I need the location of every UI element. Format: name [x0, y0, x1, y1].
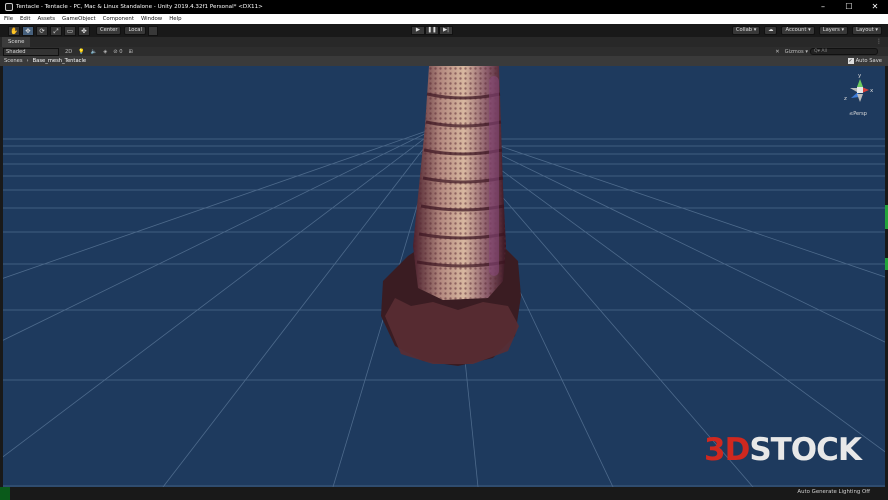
- status-text: Auto Generate Lighting Off: [797, 489, 870, 495]
- cloud-icon[interactable]: ☁: [764, 26, 778, 35]
- grid-icon[interactable]: ⊞: [129, 49, 133, 55]
- window-controls: – ☐ ✕: [810, 0, 888, 14]
- play-button[interactable]: ▶: [411, 26, 425, 35]
- menu-component[interactable]: Component: [103, 16, 134, 22]
- toolbar-right: Collab ▾ ☁ Account ▾ Layers ▾ Layout ▾: [728, 26, 882, 35]
- chevron-right-icon: ›: [26, 58, 29, 64]
- watermark-suffix: STOCK: [749, 432, 862, 468]
- 2d-toggle[interactable]: 2D: [65, 49, 72, 55]
- collab-dropdown[interactable]: Collab ▾: [731, 26, 761, 35]
- transform-tool-icon[interactable]: ✤: [78, 25, 90, 36]
- breadcrumb: Scenes › Base_mesh_Tentacle: [0, 56, 888, 66]
- breadcrumb-object[interactable]: Base_mesh_Tentacle: [33, 58, 87, 64]
- gizmo-z-label: z: [844, 96, 847, 102]
- title-bar: Tentacle - Tentacle - PC, Mac & Linux St…: [0, 0, 888, 14]
- play-controls: ▶ ❚❚ ▶|: [411, 26, 453, 35]
- console-indicator[interactable]: [0, 487, 10, 500]
- watermark-logo: 3DSTOCK: [704, 432, 862, 468]
- menu-gameobject[interactable]: GameObject: [62, 16, 96, 22]
- close-button[interactable]: ✕: [862, 0, 888, 14]
- scene-search-input[interactable]: Q▾ All: [810, 48, 878, 55]
- hidden-objects-toggle[interactable]: ⊘ 0: [113, 49, 122, 55]
- scale-tool-icon[interactable]: ⤢: [50, 25, 62, 36]
- scene-grid: [3, 66, 885, 487]
- unity-logo-icon: [5, 3, 13, 11]
- snap-icon[interactable]: [147, 25, 158, 36]
- menu-edit[interactable]: Edit: [20, 16, 30, 22]
- layers-dropdown[interactable]: Layers ▾: [818, 26, 849, 35]
- effects-icon[interactable]: ◈: [103, 49, 107, 55]
- window-title: Tentacle - Tentacle - PC, Mac & Linux St…: [16, 4, 263, 10]
- pause-button[interactable]: ❚❚: [425, 26, 439, 35]
- breadcrumb-scenes[interactable]: Scenes: [4, 58, 23, 64]
- scene-viewport[interactable]: [3, 66, 885, 487]
- auto-save-toggle[interactable]: ✓ Auto Save: [847, 56, 882, 66]
- menu-bar: File Edit Assets GameObject Component Wi…: [0, 14, 888, 24]
- minimize-button[interactable]: –: [810, 0, 836, 14]
- maximize-button[interactable]: ☐: [836, 0, 862, 14]
- tab-menu-icon[interactable]: ⋮: [876, 37, 882, 47]
- scene-toolbar-right: ✕ Gizmos ▾: [770, 47, 808, 56]
- shading-mode-dropdown[interactable]: Shaded: [3, 47, 59, 56]
- lighting-icon[interactable]: 💡: [78, 49, 84, 55]
- step-button[interactable]: ▶|: [439, 26, 453, 35]
- tab-scene[interactable]: Scene: [2, 37, 31, 47]
- audio-icon[interactable]: 🔈: [91, 49, 97, 55]
- projection-label[interactable]: ≤Persp: [849, 111, 867, 117]
- checkbox-icon[interactable]: ✓: [847, 58, 854, 64]
- gizmo-y-label: y: [858, 73, 862, 79]
- menu-window[interactable]: Window: [141, 16, 162, 22]
- menu-assets[interactable]: Assets: [37, 16, 55, 22]
- move-tool-icon[interactable]: ✥: [22, 25, 34, 36]
- hand-tool-icon[interactable]: ✋: [8, 25, 20, 36]
- menu-file[interactable]: File: [4, 16, 13, 22]
- tools-icon[interactable]: ✕: [775, 49, 779, 55]
- rotate-tool-icon[interactable]: ⟳: [36, 25, 48, 36]
- menu-help[interactable]: Help: [169, 16, 181, 22]
- layout-dropdown[interactable]: Layout ▾: [852, 26, 882, 35]
- tentacle-model[interactable]: [381, 66, 521, 366]
- scene-tab-strip: Scene ⋮: [0, 37, 888, 47]
- watermark-prefix: 3D: [704, 432, 750, 468]
- auto-save-label: Auto Save: [855, 58, 882, 64]
- rect-tool-icon[interactable]: ▭: [64, 25, 76, 36]
- pivot-local-toggle[interactable]: Local: [124, 26, 146, 35]
- gizmos-dropdown[interactable]: Gizmos ▾: [785, 49, 808, 55]
- status-bar: Auto Generate Lighting Off: [0, 487, 888, 500]
- account-dropdown[interactable]: Account ▾: [781, 26, 815, 35]
- pivot-center-toggle[interactable]: Center: [96, 26, 122, 35]
- gizmo-x-label: x: [870, 88, 874, 94]
- scene-toolbar: Shaded 2D 💡 🔈 ◈ ⊘ 0 ⊞: [0, 47, 888, 56]
